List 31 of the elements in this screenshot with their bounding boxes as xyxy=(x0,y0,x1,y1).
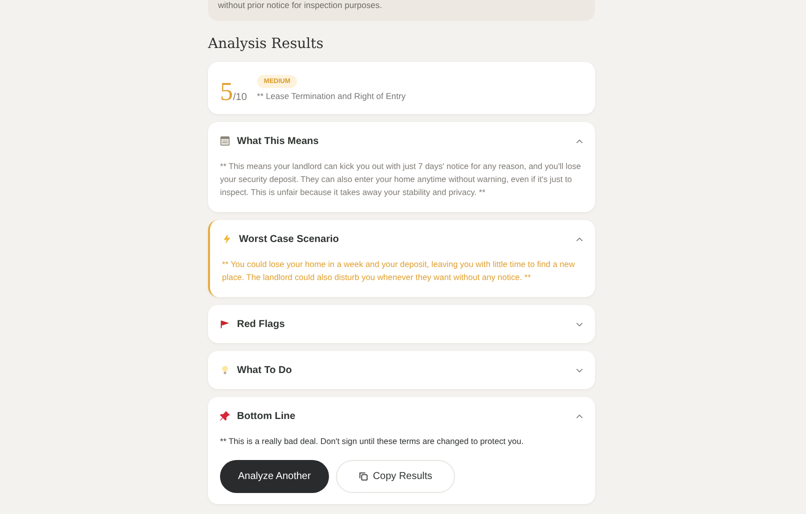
analyze-button[interactable]: Analyze Another xyxy=(220,460,329,493)
section-text: ** This is a really bad deal. Don't sign until these terms are changed to protect you. xyxy=(220,435,525,448)
section-header[interactable]: What This Means xyxy=(220,122,583,160)
chevron-up-icon xyxy=(576,236,583,242)
flag-icon xyxy=(220,319,230,329)
chevron-down-icon xyxy=(576,322,583,326)
copy-icon xyxy=(358,472,368,481)
section-header[interactable]: What To Do xyxy=(220,351,583,389)
chevron-up-icon xyxy=(576,414,583,418)
section-text: ** You could lose your home in a week and your deposit, leaving you with little time to find a new place. The landlord could also disturb you whenever they want without any notice. ** xyxy=(222,258,576,284)
score-value: 5 xyxy=(220,79,233,105)
section-header[interactable]: Worst Case Scenario xyxy=(222,220,583,258)
section-title: What This Means xyxy=(237,136,320,146)
section-header[interactable]: Red Flags xyxy=(220,305,583,343)
clause-title: ** Lease Termination and Right of Entry xyxy=(256,91,406,101)
section-title: Bottom Line xyxy=(237,410,296,422)
lightbulb-icon xyxy=(220,365,230,375)
section-title: Worst Case Scenario xyxy=(239,234,340,244)
score-max: /10 xyxy=(233,92,247,103)
section-title: Red Flags xyxy=(237,318,286,330)
pushpin-icon xyxy=(220,411,230,421)
notepad-icon xyxy=(220,136,230,146)
lightning-icon xyxy=(222,234,232,244)
section-header[interactable]: Bottom Line xyxy=(220,397,583,435)
section-title: What To Do xyxy=(237,364,293,376)
clause-text: without prior notice for inspection purposes. xyxy=(218,0,383,12)
copy-button[interactable]: Copy Results xyxy=(336,460,456,493)
chevron-down-icon xyxy=(576,368,583,372)
chevron-up-icon xyxy=(576,138,583,144)
section-text: ** This means your landlord can kick you out with just 7 days' notice for any reason, and you'll lose your security deposit. They can also enter your home anytime without warning, even if it's just to inspect. This is unfair because it takes away your stability and privacy. ** xyxy=(220,160,582,199)
section-heading: Analysis Results xyxy=(208,36,324,52)
